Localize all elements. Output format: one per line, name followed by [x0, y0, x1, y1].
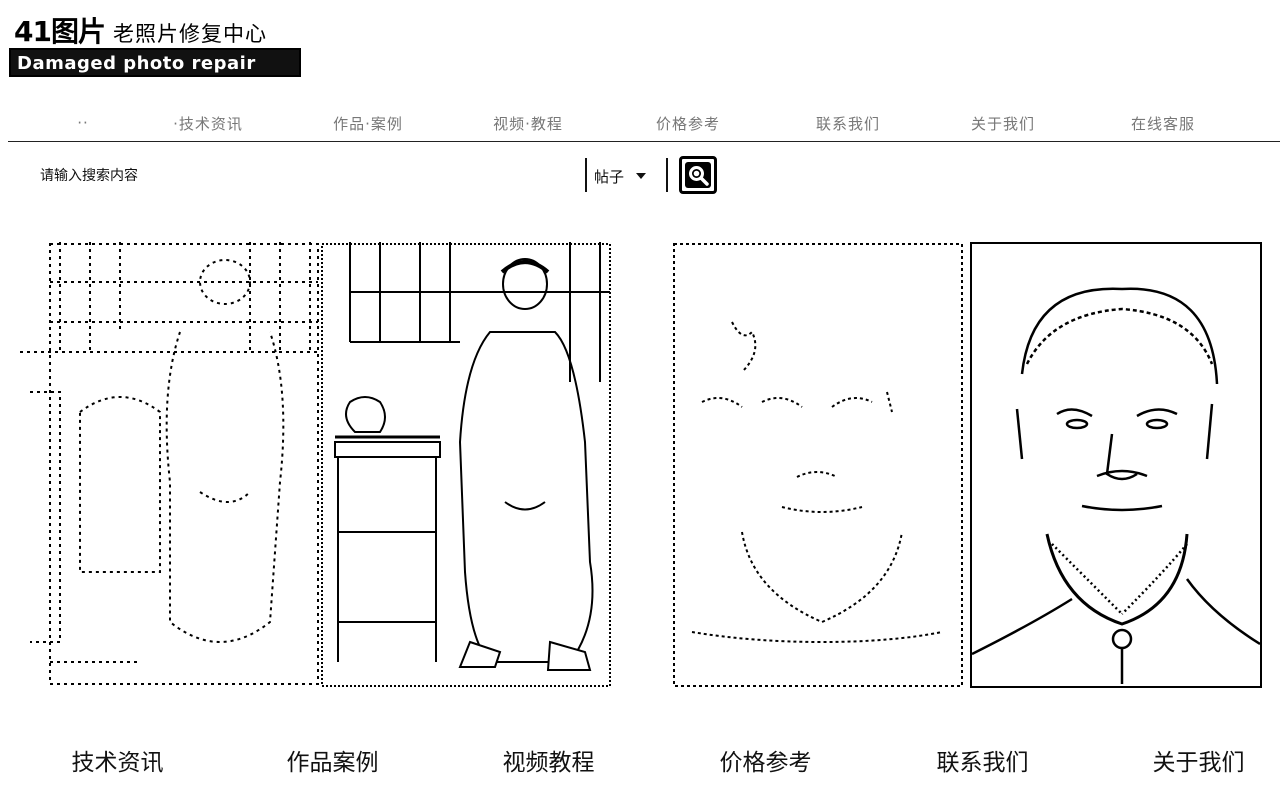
chevron-down-icon	[636, 173, 647, 179]
top-nav-item-works[interactable]: 作品·案例	[318, 110, 418, 136]
bottom-nav-item-works[interactable]: 作品案例	[270, 740, 395, 780]
top-nav-item-contact[interactable]: 联系我们	[798, 110, 898, 136]
photo-image	[673, 243, 963, 687]
logo-badge-text: Damaged photo repair	[17, 53, 256, 74]
photo-image	[321, 242, 611, 687]
top-nav: ·· ·技术资讯 作品·案例 视频·教程 价格参考 联系我们 关于我们 在线客服	[8, 106, 1280, 142]
bottom-nav: 技术资讯 作品案例 视频教程 价格参考 联系我们 关于我们	[0, 740, 1280, 780]
bottom-nav-item-prices[interactable]: 价格参考	[703, 740, 828, 780]
search-input[interactable]	[40, 163, 580, 189]
search-bar: 帖子	[28, 155, 718, 195]
site-logo[interactable]: 41图片 老照片修复中心	[14, 10, 267, 48]
logo-slogan: 老照片修复中心	[112, 22, 267, 46]
search-category-select[interactable]: 帖子	[594, 163, 664, 189]
repaired-group-photo[interactable]	[320, 242, 612, 688]
search-button[interactable]	[679, 156, 717, 194]
photo-image	[20, 242, 319, 685]
bottom-nav-item-tech[interactable]: 技术资讯	[55, 740, 180, 780]
bottom-nav-item-videos[interactable]: 视频教程	[486, 740, 611, 780]
bottom-nav-item-contact[interactable]: 联系我们	[920, 740, 1045, 780]
top-nav-item-tech[interactable]: ·技术资讯	[158, 110, 258, 136]
search-divider	[666, 158, 668, 192]
damaged-group-photo[interactable]	[20, 242, 320, 688]
search-divider	[585, 158, 587, 192]
top-nav-item-videos[interactable]: 视频·教程	[478, 110, 578, 136]
top-nav-item-about[interactable]: 关于我们	[953, 110, 1053, 136]
logo-badge: Damaged photo repair	[9, 48, 301, 77]
top-nav-item-home[interactable]: ··	[38, 110, 128, 136]
logo-mark: 41图片	[14, 15, 106, 48]
search-category-value: 帖子	[594, 167, 625, 186]
top-nav-item-service[interactable]: 在线客服	[1113, 110, 1213, 136]
bottom-nav-item-about[interactable]: 关于我们	[1136, 740, 1261, 780]
search-icon	[685, 162, 711, 188]
damaged-portrait-photo[interactable]	[672, 242, 964, 688]
photo-image	[972, 287, 1260, 684]
top-nav-item-prices[interactable]: 价格参考	[638, 110, 738, 136]
repaired-portrait-photo[interactable]	[970, 242, 1262, 688]
